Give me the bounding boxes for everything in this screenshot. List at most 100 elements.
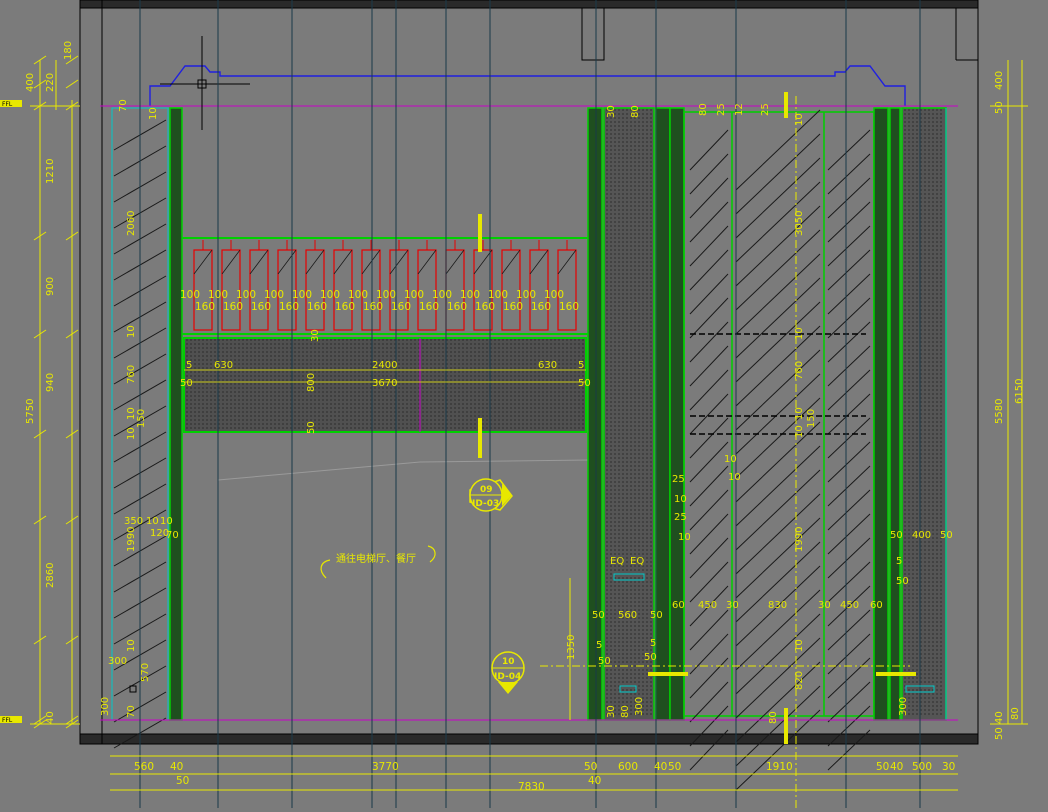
dim-mesh-5-right: 5 (578, 360, 584, 371)
hatch-line (735, 517, 821, 599)
cabinet-dim-160: 160 (279, 301, 299, 313)
dim-inner-70: 70 (118, 99, 129, 112)
dim-right-col-50-b: 50 (940, 530, 953, 541)
dim-left-300: 300 (100, 697, 111, 716)
hatch-line (827, 465, 871, 507)
dim-door-80-top: 80 (698, 103, 709, 116)
dim-inner-10: 10 (148, 107, 159, 120)
hatch-line (827, 345, 871, 387)
dim-col-560: 560 (618, 610, 637, 621)
hatch-line (689, 513, 729, 555)
dim-door-30-right: 30 (818, 600, 831, 611)
dim-col-30-bottom: 30 (606, 705, 617, 718)
hatch-line (827, 321, 871, 363)
dim-bottom-50-a: 50 (584, 761, 597, 773)
hatch-line (735, 469, 821, 551)
dim-bottom-40-a: 40 (170, 761, 183, 773)
hatch-line (827, 225, 871, 267)
dim-door-10-e: 10 (674, 494, 687, 505)
hatch-line (735, 661, 821, 743)
dim-right-50-b: 50 (994, 727, 1005, 740)
dim-left-10-d: 10 (126, 639, 137, 652)
dim-left-1990: 1990 (126, 527, 137, 552)
dim-left-570: 570 (140, 663, 151, 682)
hatch-line (689, 489, 729, 531)
hatch-line (689, 297, 729, 339)
dim-door-12: 12 (734, 103, 745, 116)
cabinet-dim-160: 160 (251, 301, 271, 313)
dim-left-2860: 2860 (45, 563, 56, 588)
dim-mesh-630-right: 630 (538, 360, 557, 371)
dim-left-900: 900 (45, 277, 56, 296)
cabinet-dim-100: 100 (460, 289, 480, 301)
ghost-line (217, 459, 591, 481)
hatch-line (827, 633, 871, 675)
dim-door-760: 760 (794, 361, 805, 380)
hatch-line (689, 633, 729, 675)
hatch-line (827, 561, 871, 603)
hatch-line (827, 129, 871, 171)
cabinet-hatch (333, 249, 353, 275)
cabinet-dim-160: 160 (447, 301, 467, 313)
dim-mesh-800: 800 (306, 373, 317, 392)
hatch-line (735, 613, 821, 695)
cabinet-hatch (221, 249, 241, 275)
dim-right-400: 400 (994, 71, 1005, 90)
dim-col-eq-2: EQ (630, 556, 644, 567)
hatch-line (689, 321, 729, 363)
dim-col-80-bottom: 80 (620, 705, 631, 718)
dim-door-10-d: 10 (794, 639, 805, 652)
cabinet-hatch (305, 249, 325, 275)
dim-bottom-1910: 1910 (766, 761, 793, 773)
cabinet-hatch (193, 249, 213, 275)
hatch-line (689, 273, 729, 315)
hatch-line (827, 273, 871, 315)
dim-bottom-50-b: 50 (668, 761, 681, 773)
section-10-ref: ID-04 (494, 672, 521, 682)
hatch-line (689, 345, 729, 387)
dim-mesh-5-left: 5 (186, 360, 192, 371)
cabinet-dim-160: 160 (503, 301, 523, 313)
annotation-arrow-left-icon (320, 559, 331, 579)
level-mark-top-label: FFL (2, 101, 13, 108)
dim-bottom-560: 560 (134, 761, 154, 773)
cabinet-dim-100: 100 (432, 289, 452, 301)
cabinet-dim-160: 160 (307, 301, 327, 313)
dim-col-5-right: 5 (650, 638, 656, 649)
elevation-svg[interactable]: 400 220 180 1210 2060 900 10 940 760 575… (0, 0, 1048, 808)
cabinet-dim-100: 100 (488, 289, 508, 301)
hatch-line (735, 277, 821, 359)
dim-left-40: 40 (45, 711, 56, 724)
dim-right-50: 50 (994, 101, 1005, 114)
dim-col-50-right: 50 (650, 610, 663, 621)
cabinet-dim-160: 160 (419, 301, 439, 313)
dim-right-5580: 5580 (994, 399, 1005, 424)
hatch-line (827, 369, 871, 411)
section-09-ref: ID-03 (472, 499, 499, 509)
cabinet-hatch (501, 249, 521, 275)
dim-left-400: 400 (25, 73, 36, 92)
door-frame-right (873, 107, 889, 721)
column-wall-left (587, 107, 603, 721)
dim-door-150: 150 (806, 409, 817, 428)
dim-bottom-40-c: 40 (890, 761, 903, 773)
cabinet-row (193, 240, 577, 331)
dim-door-820: 820 (794, 671, 805, 690)
dim-right-80: 80 (1010, 707, 1021, 720)
cabinet-hatch (445, 249, 465, 275)
dim-door-10-h: 10 (728, 472, 741, 483)
dim-left-150: 150 (136, 409, 147, 428)
dim-col-eq-1: EQ (610, 556, 624, 567)
dim-bottom-30: 30 (942, 761, 955, 773)
small-symbols (129, 573, 935, 693)
hatch-line (827, 153, 871, 195)
cabinet-dim-160: 160 (223, 301, 243, 313)
dim-left-220: 220 (45, 73, 56, 92)
cabinet-dim-100: 100 (544, 289, 564, 301)
dim-bottom-50-d: 50 (176, 775, 189, 787)
cabinet-dim-100: 100 (404, 289, 424, 301)
dim-left-760: 760 (126, 365, 137, 384)
dim-right-col-5: 5 (896, 556, 902, 567)
dim-door-3050: 3050 (794, 211, 805, 236)
hatch-line (827, 489, 871, 531)
